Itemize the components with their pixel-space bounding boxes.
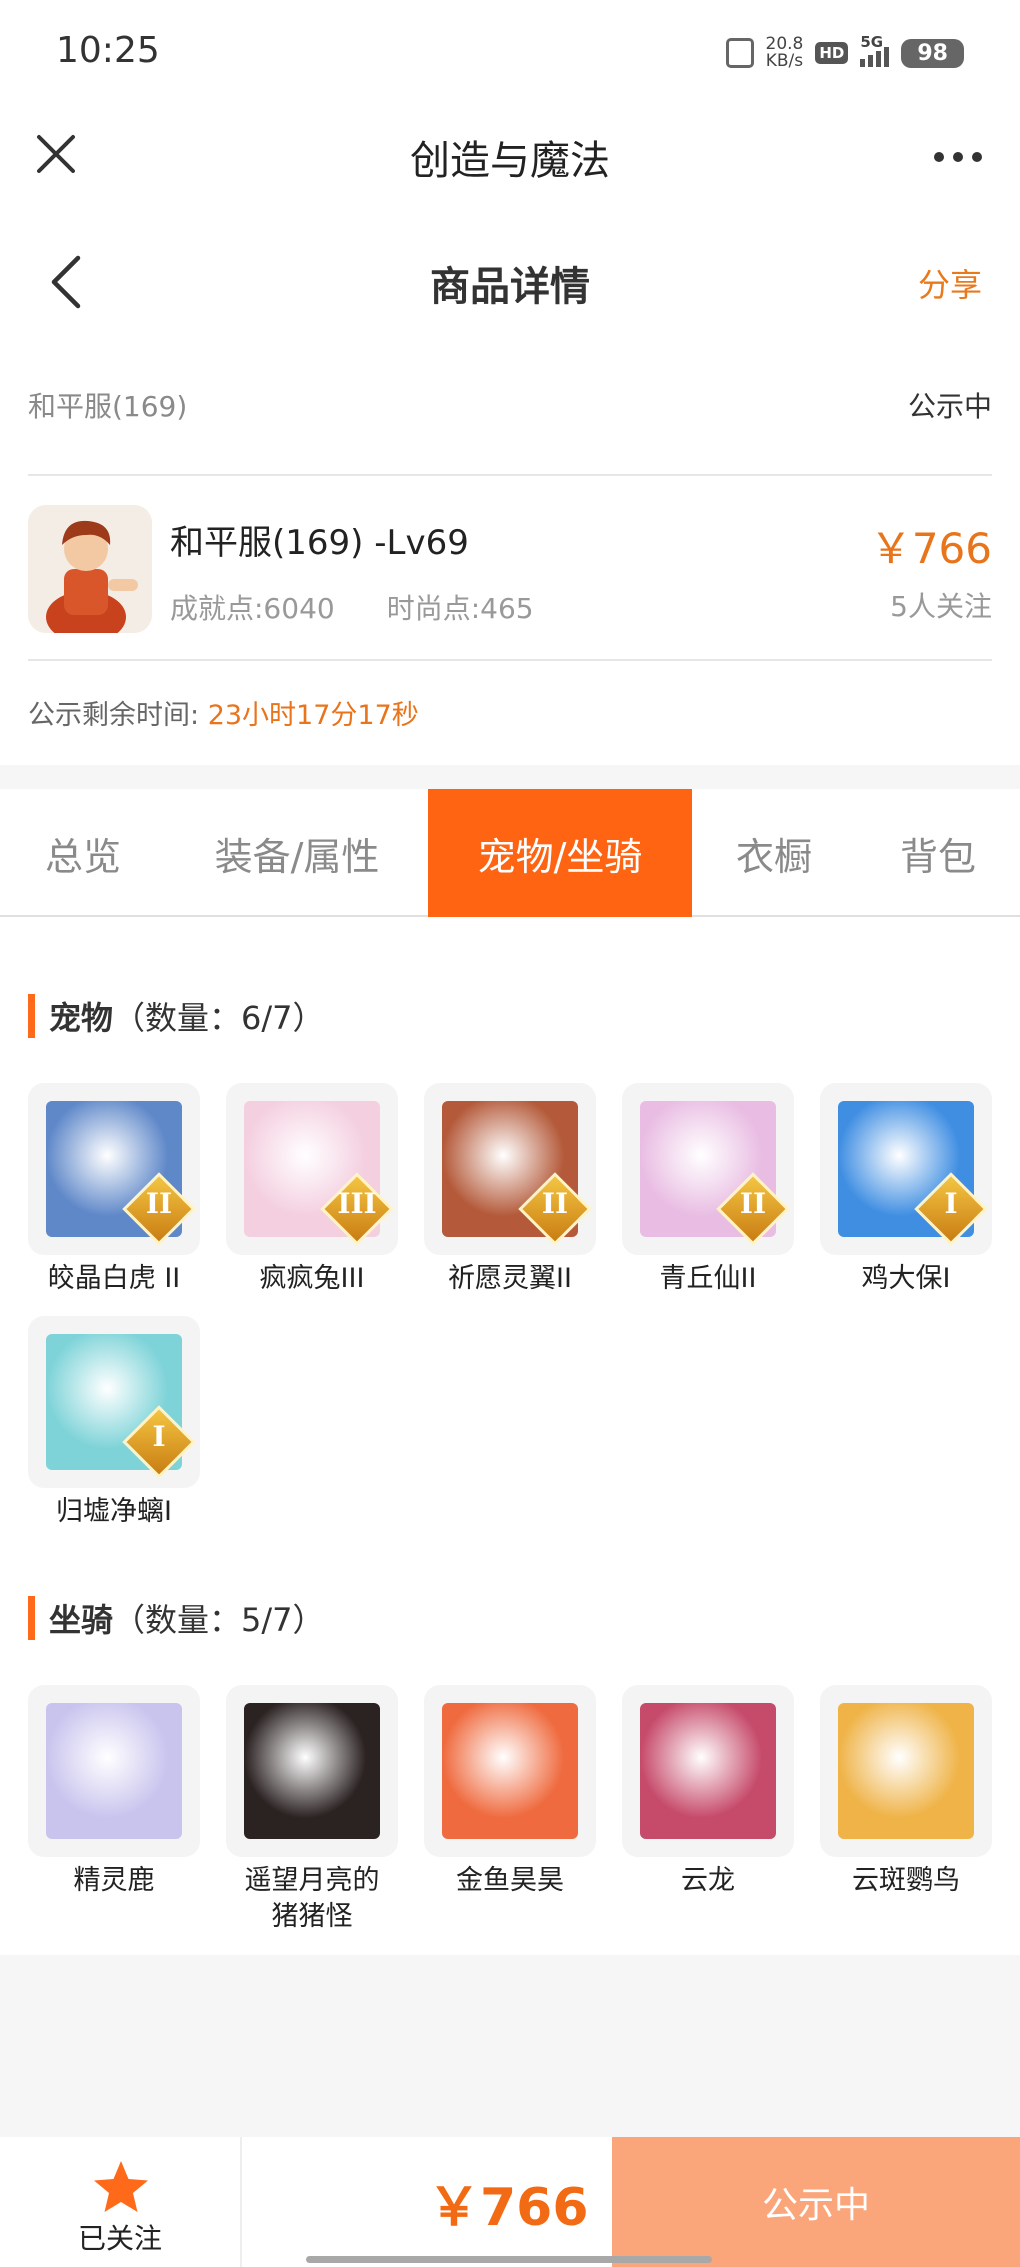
remaining-value: 23小时17分17秒	[207, 700, 419, 731]
network-speed-unit: KB/s	[765, 51, 804, 71]
mount-item[interactable]: 金鱼昊昊	[424, 1685, 596, 1899]
mount-item[interactable]: 遥望月亮的猪猪怪	[226, 1685, 398, 1935]
pet-item[interactable]: I 归墟净螭I	[28, 1316, 200, 1530]
pet-item[interactable]: II 祈愿灵翼II	[424, 1083, 596, 1297]
mounts-count: （数量：5/7）	[113, 1601, 325, 1639]
achievement-points: 成就点:6040	[170, 592, 335, 625]
server-row: 和平服(169) 公示中	[28, 385, 992, 425]
grade-badge-text: I	[944, 1187, 958, 1220]
product-stats: 成就点:6040 时尚点:465	[170, 587, 534, 627]
pet-thumbnail: II	[28, 1083, 200, 1255]
grade-badge-text: II	[739, 1187, 767, 1220]
status-action-button[interactable]: 公示中	[612, 2137, 1020, 2267]
star-icon	[94, 2161, 148, 2212]
mounts-title: 坐骑	[49, 1601, 114, 1639]
pet-item[interactable]: III 疯疯兔III	[226, 1083, 398, 1297]
remaining-label: 公示剩余时间:	[28, 700, 200, 731]
mounts-section-title: 坐骑 （数量：5/7）	[28, 1595, 325, 1641]
section-marker	[28, 1596, 35, 1640]
app-title: 创造与魔法	[410, 138, 610, 184]
network-type: 5G	[860, 33, 884, 51]
status-icons: 20.8 KB/s HD 5G 98	[725, 33, 964, 70]
pets-section-title: 宠物 （数量：6/7）	[28, 993, 325, 1039]
tab-pets-mounts[interactable]: 宠物/坐骑	[428, 789, 692, 917]
mount-image	[640, 1703, 776, 1839]
mount-name: 金鱼昊昊	[456, 1865, 564, 1896]
pet-item[interactable]: II 青丘仙II	[622, 1083, 794, 1297]
grade-badge-text: I	[152, 1420, 166, 1453]
bottom-bar: 已关注 ￥766 公示中	[0, 2137, 1020, 2267]
page-title: 商品详情	[430, 264, 590, 310]
product-price: ￥766	[869, 524, 992, 573]
section-marker	[28, 994, 35, 1038]
battery-icon: 98	[901, 38, 964, 68]
mount-name: 遥望月亮的猪猪怪	[244, 1865, 380, 1932]
server-name: 和平服(169)	[28, 390, 188, 423]
home-indicator	[306, 2256, 712, 2263]
mount-image	[244, 1703, 380, 1839]
nav-bar: 商品详情 分享	[0, 230, 1020, 340]
grade-badge-text: II	[145, 1187, 173, 1220]
mount-image	[838, 1703, 974, 1839]
app-header: 创造与魔法	[0, 112, 1020, 200]
follow-label: 已关注	[77, 2222, 162, 2255]
share-button[interactable]: 分享	[918, 260, 982, 306]
pet-name: 祈愿灵翼II	[448, 1263, 572, 1294]
pet-thumbnail: II	[622, 1083, 794, 1255]
more-icon[interactable]	[934, 152, 982, 162]
bottom-price: ￥766	[428, 2178, 589, 2238]
pet-name: 皎晶白虎 II	[47, 1263, 181, 1294]
remaining-time: 公示剩余时间: 23小时17分17秒	[28, 693, 419, 732]
tab-backpack[interactable]: 背包	[856, 789, 1020, 917]
divider	[28, 474, 992, 476]
pets-title: 宠物	[49, 999, 114, 1037]
mount-name: 云斑鹦鸟	[852, 1865, 960, 1896]
mount-item[interactable]: 精灵鹿	[28, 1685, 200, 1899]
mount-item[interactable]: 云龙	[622, 1685, 794, 1899]
product-name: 和平服(169) -Lv69	[170, 523, 469, 563]
listing-status: 公示中	[907, 390, 992, 423]
hd-icon: HD	[815, 42, 849, 64]
character-avatar	[28, 505, 152, 633]
signal-icon: 5G	[860, 33, 890, 67]
pet-name: 鸡大保I	[861, 1263, 951, 1294]
mount-item[interactable]: 云斑鹦鸟	[820, 1685, 992, 1899]
mount-image	[46, 1703, 182, 1839]
pet-name: 青丘仙II	[659, 1263, 757, 1294]
pet-name: 归墟净螭I	[56, 1496, 172, 1527]
pet-thumbnail: I	[820, 1083, 992, 1255]
pet-name: 疯疯兔III	[259, 1263, 365, 1294]
pet-thumbnail: III	[226, 1083, 398, 1255]
pet-thumbnail: II	[424, 1083, 596, 1255]
pet-item[interactable]: I 鸡大保I	[820, 1083, 992, 1297]
mount-image	[442, 1703, 578, 1839]
mount-thumbnail	[622, 1685, 794, 1857]
footer-space	[0, 1955, 1020, 2137]
mount-thumbnail	[820, 1685, 992, 1857]
grade-badge-text: II	[541, 1187, 569, 1220]
tab-wardrobe[interactable]: 衣橱	[692, 789, 856, 917]
fashion-points: 时尚点:465	[386, 592, 534, 625]
tab-bar: 总览 装备/属性 宠物/坐骑 衣橱 背包	[0, 789, 1020, 917]
follower-count: 5人关注	[890, 590, 992, 623]
tab-equipment[interactable]: 装备/属性	[166, 789, 428, 917]
vibrate-icon	[725, 38, 754, 68]
section-gap	[0, 765, 1020, 789]
status-bar: 10:25 20.8 KB/s HD 5G 98	[0, 0, 1020, 112]
divider	[28, 659, 992, 661]
mount-thumbnail	[424, 1685, 596, 1857]
follow-button[interactable]: 已关注	[0, 2137, 242, 2267]
status-time: 10:25	[56, 30, 160, 71]
mount-name: 云龙	[681, 1865, 735, 1896]
mount-name: 精灵鹿	[73, 1865, 155, 1896]
pet-thumbnail: I	[28, 1316, 200, 1488]
network-speed: 20.8 KB/s	[766, 36, 804, 70]
mount-thumbnail	[226, 1685, 398, 1857]
mount-thumbnail	[28, 1685, 200, 1857]
grade-badge-text: III	[337, 1187, 377, 1220]
pet-item[interactable]: II 皎晶白虎 II	[28, 1083, 200, 1297]
product-card[interactable]: 和平服(169) -Lv69 成就点:6040 时尚点:465 ￥766 5人关注	[28, 505, 992, 633]
tab-overview[interactable]: 总览	[0, 789, 166, 917]
pets-count: （数量：6/7）	[113, 999, 325, 1037]
